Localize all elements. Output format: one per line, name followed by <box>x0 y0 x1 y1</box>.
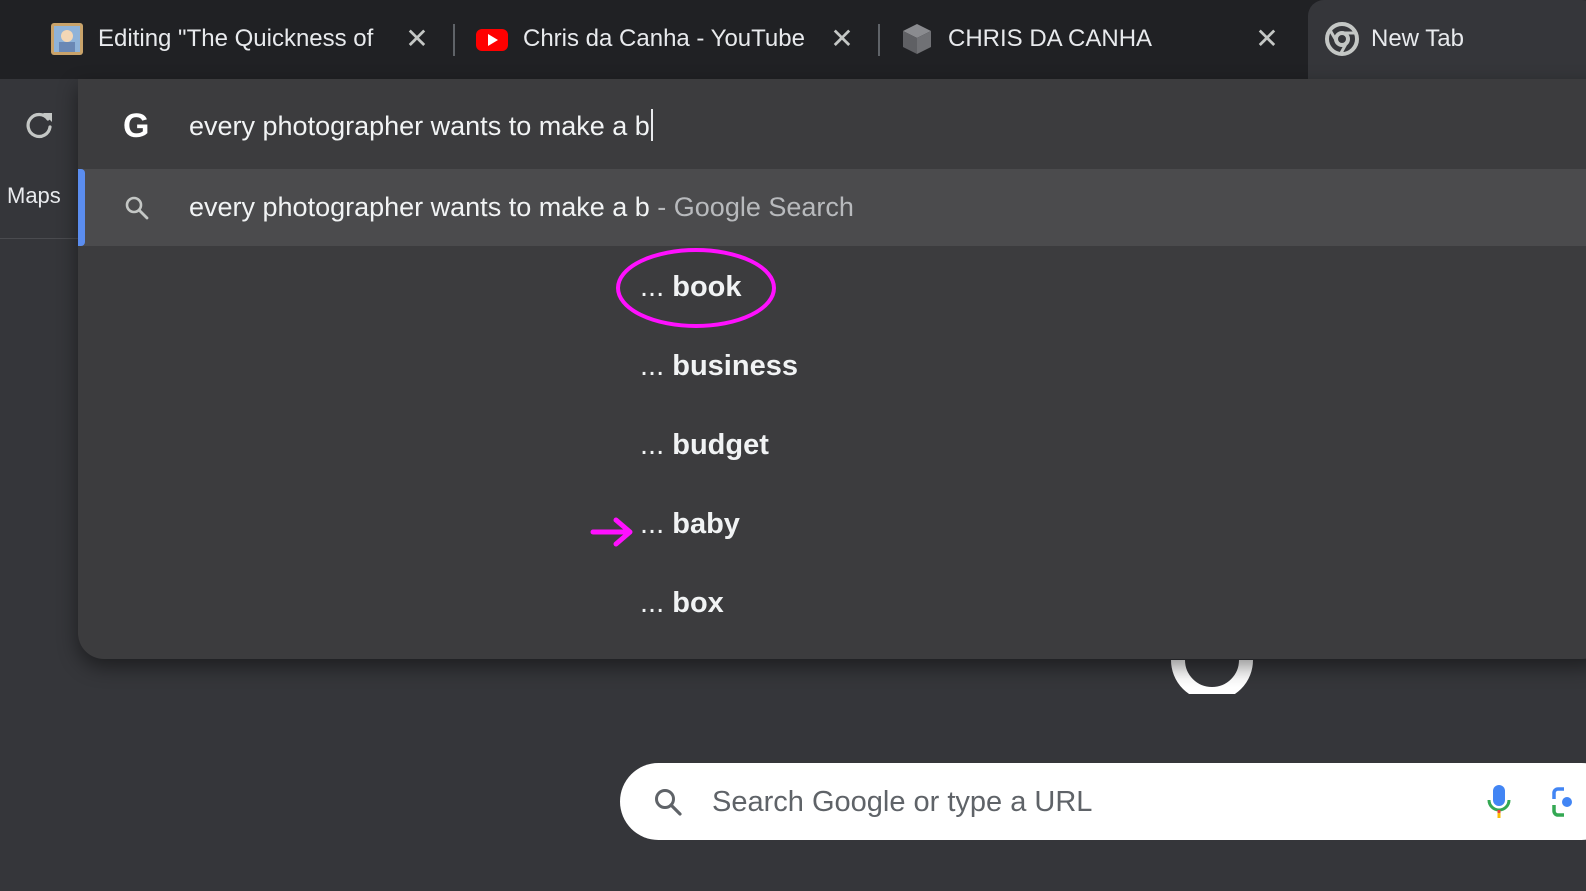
thumbnail-image-icon <box>51 23 83 55</box>
suggestion-query: every photographer wants to make a b <box>189 192 650 222</box>
tab-new-tab[interactable]: New Tab <box>1308 0 1586 79</box>
tail-prefix: ... <box>640 587 665 619</box>
search-icon <box>125 196 149 220</box>
tab-title: Chris da Canha - YouTube <box>523 25 805 52</box>
tail-suggestion-box[interactable]: ... box <box>640 585 724 621</box>
google-lens-icon[interactable] <box>1550 785 1584 819</box>
bookmark-maps[interactable]: Maps <box>0 183 61 209</box>
suggestion-search-row[interactable]: every photographer wants to make a b - G… <box>78 169 1586 246</box>
tail-word: business <box>672 350 798 382</box>
close-icon[interactable]: ✕ <box>825 22 859 56</box>
google-g-icon: G <box>123 107 150 145</box>
annotation-arrow-icon <box>590 517 633 547</box>
tab-title: CHRIS DA CANHA <box>948 25 1153 52</box>
tab-separator <box>453 24 455 56</box>
close-icon[interactable]: ✕ <box>400 22 434 56</box>
tab-chris-da-canha[interactable]: CHRIS DA CANHA ✕ <box>900 0 1300 79</box>
tab-youtube[interactable]: Chris da Canha - YouTube ✕ <box>475 0 875 79</box>
tail-suggestion-baby[interactable]: ... baby <box>640 506 740 542</box>
tail-word: box <box>672 587 724 619</box>
divider <box>0 238 78 239</box>
omnibox-input-row[interactable]: G every photographer wants to make a b <box>78 79 1586 169</box>
reload-icon[interactable] <box>22 108 56 142</box>
cube-icon <box>903 24 931 54</box>
selection-indicator <box>78 169 85 246</box>
omnibox-input-text: every photographer wants to make a b <box>189 111 650 141</box>
tab-title: Editing "The Quickness of <box>98 25 374 52</box>
search-icon <box>655 789 682 816</box>
google-logo-fragment <box>1171 660 1253 694</box>
annotation-circle <box>616 248 776 328</box>
tail-word: budget <box>672 429 769 461</box>
youtube-icon <box>476 29 508 51</box>
ntp-search-box[interactable]: Search Google or type a URL <box>620 763 1586 840</box>
tab-editing[interactable]: Editing "The Quickness of ✕ <box>50 0 450 79</box>
omnibox-popup: G every photographer wants to make a b e… <box>78 79 1586 659</box>
chrome-icon <box>1325 22 1359 56</box>
tail-prefix: ... <box>640 429 665 461</box>
tail-prefix: ... <box>640 508 665 540</box>
tail-suggestion-business[interactable]: ... business <box>640 348 798 384</box>
suggestion-hint: - Google Search <box>657 192 854 222</box>
tail-word: baby <box>672 508 740 540</box>
tail-prefix: ... <box>640 350 665 382</box>
tab-separator <box>878 24 880 56</box>
text-caret <box>650 109 653 141</box>
tab-title: New Tab <box>1371 25 1464 52</box>
microphone-icon[interactable] <box>1485 783 1513 821</box>
search-placeholder: Search Google or type a URL <box>712 786 1093 818</box>
suggestion-text: every photographer wants to make a b - G… <box>189 190 854 224</box>
close-icon[interactable]: ✕ <box>1250 22 1284 56</box>
omnibox-input[interactable]: every photographer wants to make a b <box>189 109 653 143</box>
tail-suggestion-budget[interactable]: ... budget <box>640 427 769 463</box>
tab-strip: Editing "The Quickness of ✕ Chris da Can… <box>0 0 1586 79</box>
